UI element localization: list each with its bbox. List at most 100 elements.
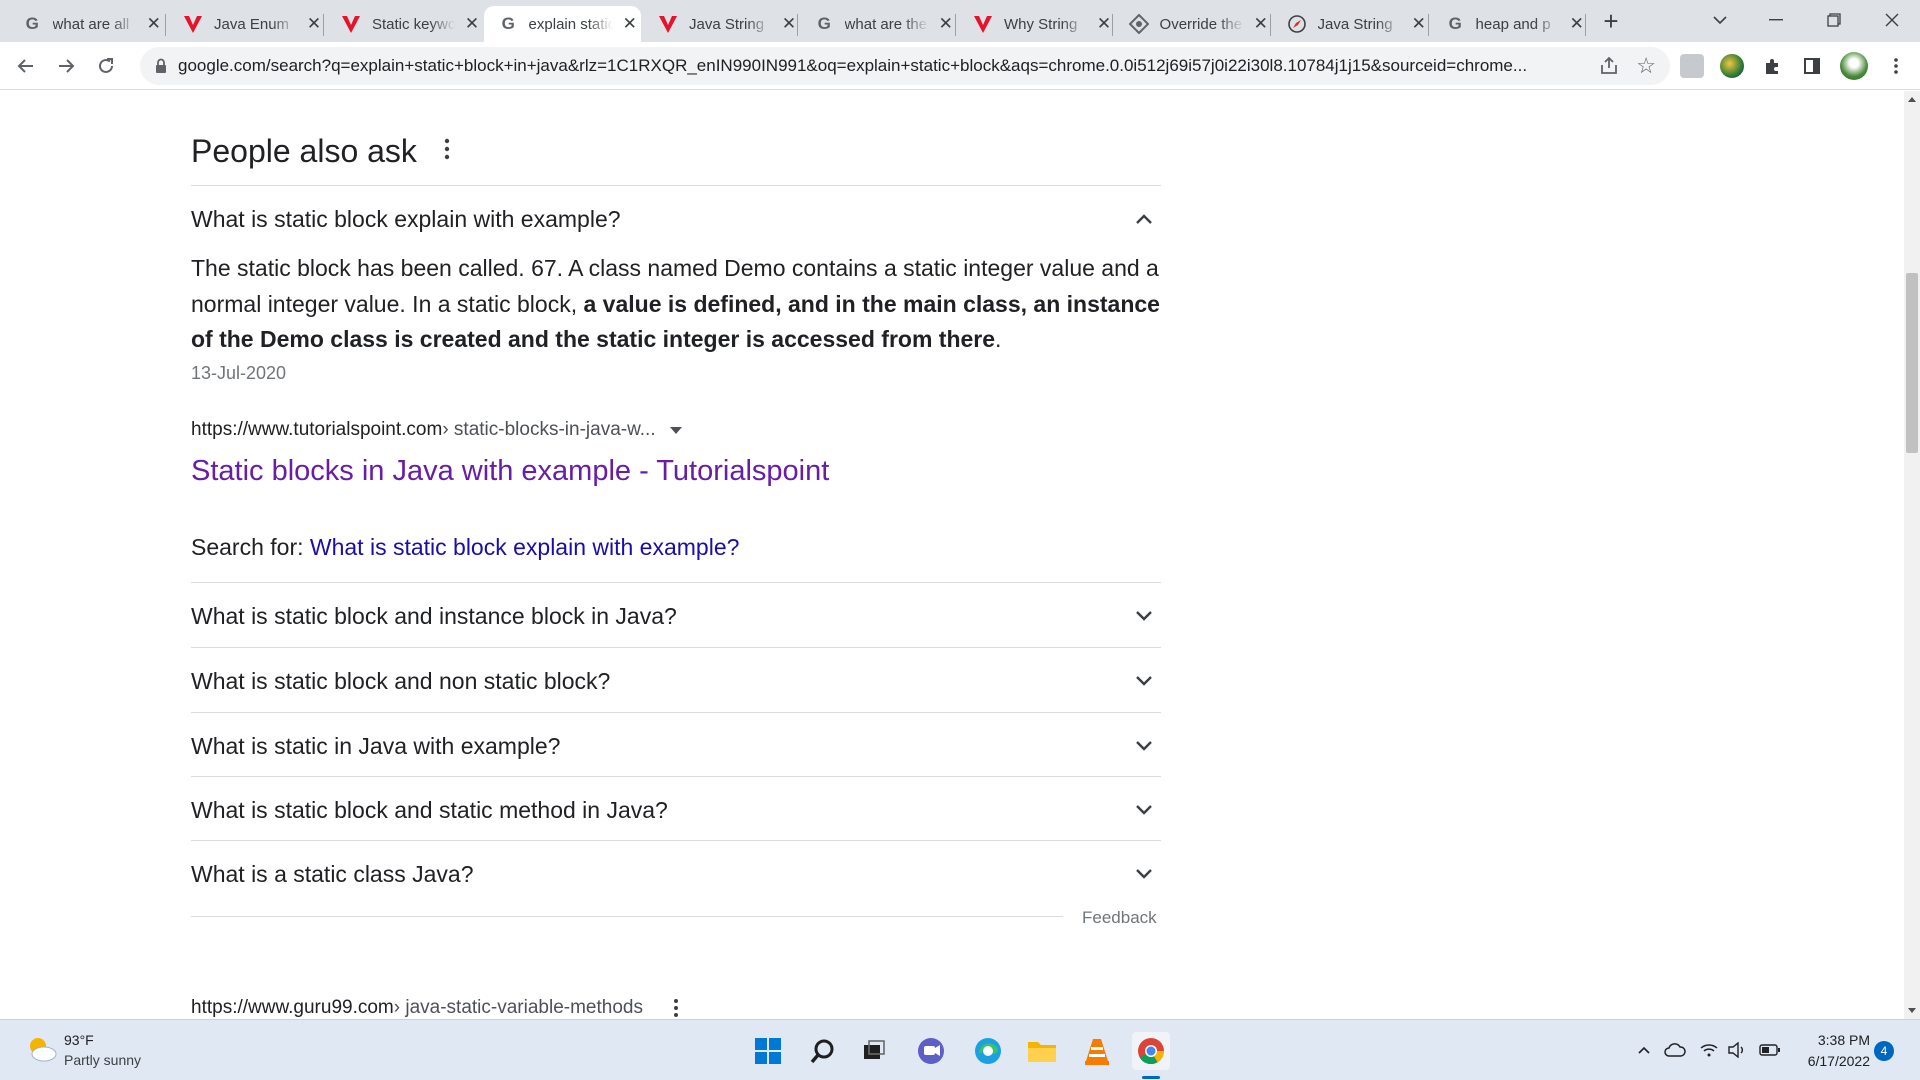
windows-taskbar: 93°F Partly sunny 3:38 PM 6/17/2022 4 [0, 1019, 1920, 1080]
bookmark-star-icon[interactable]: ☆ [1636, 53, 1656, 79]
google-icon: G [25, 14, 39, 33]
tab-title: heap and p [1475, 15, 1551, 33]
vlc-player-icon[interactable] [1078, 1032, 1116, 1070]
tab-2[interactable]: Static keyword ✕ [318, 6, 483, 42]
vivaldi-icon [657, 13, 679, 35]
tab-search-chevron-icon[interactable] [1690, 0, 1750, 40]
google-icon: G [817, 14, 831, 33]
notification-badge[interactable]: 4 [1874, 1041, 1894, 1061]
paa-question-expanded[interactable]: What is static block explain with exampl… [191, 187, 1161, 251]
extensions-puzzle-icon[interactable] [1756, 50, 1788, 82]
tab-3-active[interactable]: G explain static ✕ [484, 6, 641, 42]
profile-avatar[interactable] [1840, 52, 1868, 80]
chevron-down-icon[interactable] [1133, 670, 1155, 692]
battery-icon[interactable] [1759, 1039, 1781, 1061]
side-panel-icon[interactable] [1796, 50, 1828, 82]
vertical-scrollbar[interactable] [1904, 91, 1920, 1019]
forward-arrow-icon[interactable] [50, 50, 82, 82]
wifi-icon[interactable] [1698, 1039, 1720, 1061]
tab-1[interactable]: Java Enum ✕ [160, 6, 325, 42]
more-options-icon[interactable] [442, 137, 452, 161]
reload-icon[interactable] [90, 50, 122, 82]
chevron-up-icon[interactable] [1133, 208, 1155, 230]
minimize-icon[interactable] [1746, 0, 1806, 40]
paa-question-text: What is static block explain with exampl… [191, 205, 621, 232]
extension-reader-icon[interactable] [1680, 54, 1704, 78]
window-close-icon[interactable] [1862, 0, 1920, 40]
paa-question[interactable]: What is static block and static method i… [191, 778, 1161, 842]
tab-5[interactable]: G what are the ✕ [792, 6, 957, 42]
paa-question[interactable]: What is static block and instance block … [191, 584, 1161, 648]
onedrive-cloud-icon[interactable] [1664, 1039, 1686, 1061]
browser-toolbar: google.com/search?q=explain+static+block… [0, 42, 1920, 90]
address-bar[interactable]: google.com/search?q=explain+static+block… [140, 47, 1670, 85]
teams-chat-icon[interactable] [912, 1032, 950, 1070]
paa-question-text: What is static block and static method i… [191, 796, 668, 823]
chevron-down-icon[interactable] [1133, 863, 1155, 885]
caret-down-icon[interactable] [669, 426, 682, 434]
scroll-down-arrow-icon[interactable] [1908, 1008, 1916, 1013]
tab-8[interactable]: Java String ✕ [1265, 6, 1430, 42]
partly-sunny-icon[interactable] [24, 1034, 58, 1064]
cite-domain: https://www.tutorialspoint.com [191, 419, 443, 440]
paa-question-text: What is static block and instance block … [191, 602, 677, 629]
divider [191, 647, 1161, 648]
vivaldi-icon [182, 13, 204, 35]
paa-question[interactable]: What is static in Java with example? [191, 714, 1161, 778]
search-icon[interactable] [804, 1032, 842, 1070]
vivaldi-icon [972, 13, 994, 35]
task-view-icon[interactable] [855, 1032, 893, 1070]
compass-icon [1287, 13, 1308, 35]
tab-6[interactable]: Why String ✕ [950, 6, 1115, 42]
edge-browser-icon[interactable] [969, 1032, 1007, 1070]
restore-icon[interactable] [1804, 0, 1864, 40]
divider [191, 185, 1161, 186]
paa-question[interactable]: What is static block and non static bloc… [191, 649, 1161, 713]
result-title-link[interactable]: Static blocks in Java with example - Tut… [191, 455, 829, 488]
clock-time[interactable]: 3:38 PM [1810, 1032, 1870, 1048]
tab-7[interactable]: Override the ✕ [1107, 6, 1272, 42]
volume-icon[interactable] [1726, 1039, 1748, 1061]
divider [191, 712, 1161, 713]
paa-question[interactable]: What is a static class Java? [191, 842, 1161, 906]
more-options-icon[interactable] [673, 998, 679, 1018]
result-citation[interactable]: https://www.tutorialspoint.com › static-… [191, 419, 682, 441]
new-tab-plus-icon[interactable]: + [1595, 5, 1627, 37]
lock-icon[interactable] [152, 57, 170, 75]
file-explorer-icon[interactable] [1023, 1032, 1061, 1070]
scroll-up-arrow-icon[interactable] [1908, 97, 1916, 102]
tab-strip: G what are all ✕ Java Enum ✕ Static keyw… [0, 0, 1920, 42]
back-arrow-icon[interactable] [10, 50, 42, 82]
weather-description[interactable]: Partly sunny [64, 1052, 141, 1068]
chrome-browser-icon[interactable] [1132, 1032, 1170, 1070]
show-hidden-icons-chevron-icon[interactable] [1633, 1039, 1655, 1061]
chevron-down-icon[interactable] [1133, 605, 1155, 627]
tab-title: Java Enum [214, 15, 290, 33]
scrollbar-thumb[interactable] [1906, 273, 1918, 453]
next-result-citation[interactable]: https://www.guru99.com › java-static-var… [191, 997, 679, 1019]
chrome-menu-icon[interactable] [1880, 50, 1912, 82]
tab-title: Java String [1317, 15, 1393, 33]
chevron-down-icon[interactable] [1133, 735, 1155, 757]
clock-date[interactable]: 6/17/2022 [1795, 1053, 1870, 1069]
feedback-link[interactable]: Feedback [1082, 908, 1157, 928]
share-icon[interactable] [1598, 55, 1620, 77]
tab-9[interactable]: G heap and p ✕ [1423, 6, 1588, 42]
tab-title: Override the [1159, 15, 1243, 33]
answer-date: 13-Jul-2020 [191, 363, 287, 383]
tab-4[interactable]: Java String ✕ [635, 6, 800, 42]
weather-temperature[interactable]: 93°F [64, 1032, 94, 1048]
windows-start-icon[interactable] [749, 1032, 787, 1070]
cite-path: › java-static-variable-methods [393, 997, 643, 1018]
extension-globe-icon[interactable] [1720, 54, 1744, 78]
url-text[interactable]: google.com/search?q=explain+static+block… [178, 56, 1598, 76]
search-results-page: People also ask What is static block exp… [0, 91, 1904, 1019]
close-icon[interactable]: ✕ [461, 12, 483, 36]
search-for-link[interactable]: What is static block explain with exampl… [310, 534, 740, 560]
divider [191, 776, 1161, 777]
divider [191, 916, 1063, 917]
paa-answer: The static block has been called. 67. A … [191, 251, 1176, 358]
chevron-down-icon[interactable] [1133, 799, 1155, 821]
tab-title: what are all [52, 15, 130, 33]
tab-0[interactable]: G what are all ✕ [0, 6, 165, 42]
